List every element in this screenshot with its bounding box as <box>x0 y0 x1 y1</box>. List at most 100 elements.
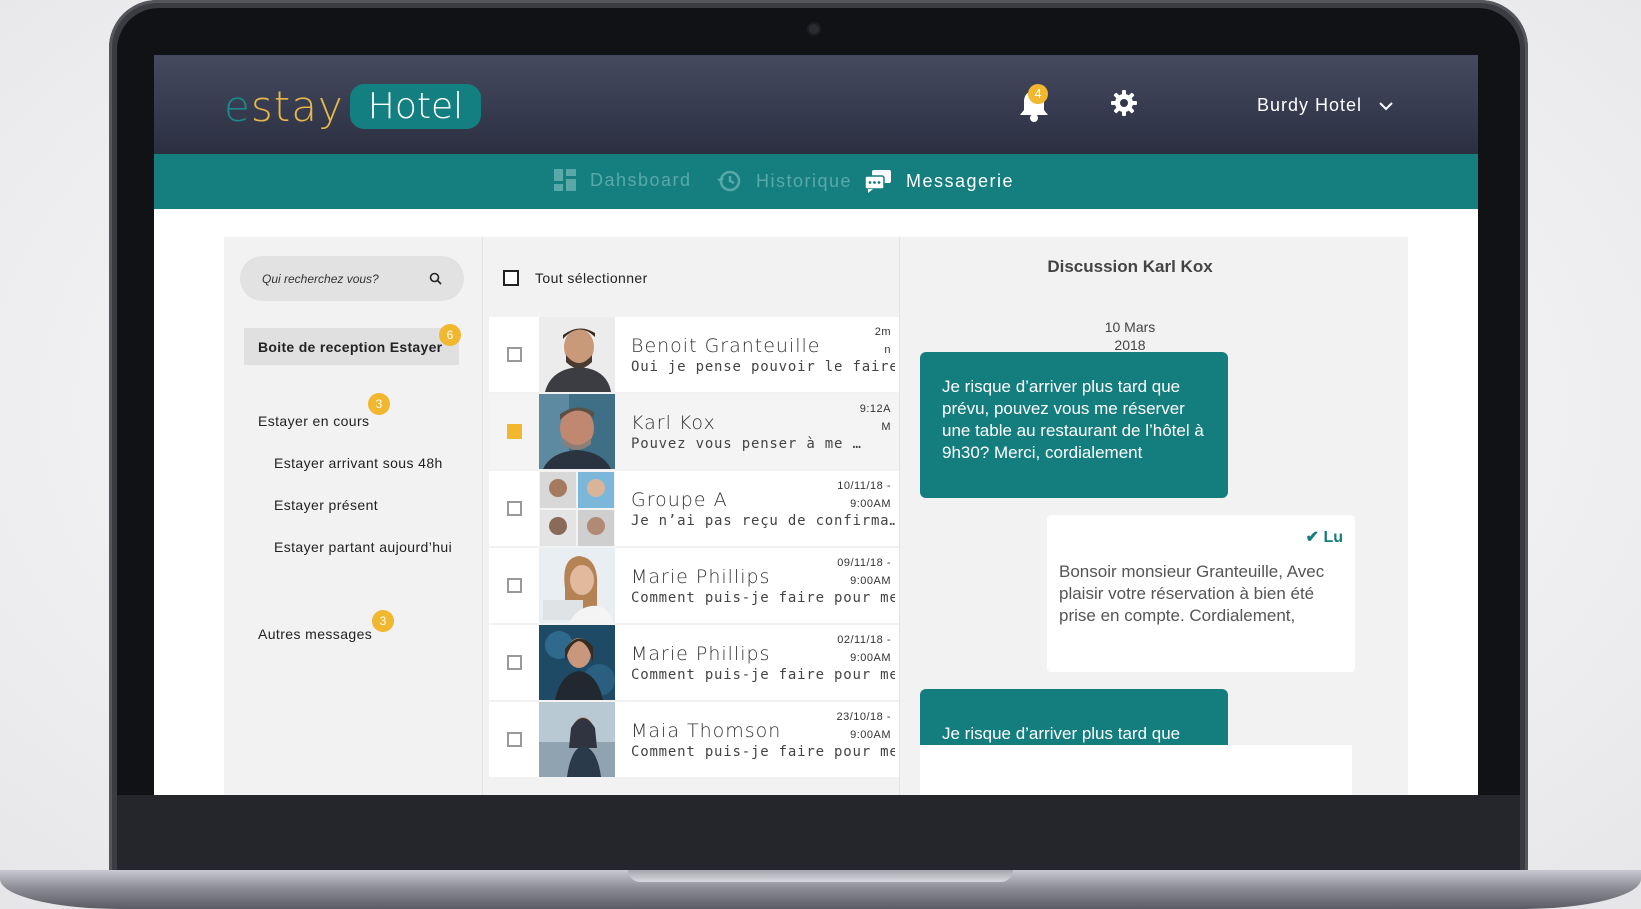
read-status: ✔ Lu <box>1306 527 1343 549</box>
tab-dashboard-label: Dahsboard <box>590 169 692 190</box>
time-line1: 9:12A <box>859 403 891 415</box>
message-list: Tout sélectionner Benoit Granteuille Oui… <box>482 237 900 795</box>
row-checkbox[interactable] <box>507 578 522 593</box>
read-label: Lu <box>1323 529 1343 546</box>
sidebar-item-leaving[interactable]: Estayer partant aujourd’hui <box>274 539 452 555</box>
tab-messaging-label: Messagerie <box>906 170 1015 191</box>
row-checkbox[interactable] <box>507 655 522 670</box>
search-icon[interactable] <box>429 272 442 285</box>
camera-icon <box>809 24 819 34</box>
contact-name: Maia Thomson <box>631 720 782 742</box>
outgoing-message-text: Bonsoir monsieur Granteuille, Avec plais… <box>1059 562 1325 625</box>
time-line1: 09/11/18 - <box>837 557 891 569</box>
chat-panel: Discussion Karl Kox 10 Mars 2018 Je risq… <box>900 237 1408 795</box>
message-preview: Comment puis-je faire pour me re… <box>631 744 895 760</box>
sidebar-item-arriving[interactable]: Estayer arrivant sous 48h <box>274 455 443 471</box>
time-line2: n <box>884 344 891 356</box>
logo-stay: stay <box>250 82 344 131</box>
checkmark-icon: ✔ <box>1305 529 1319 546</box>
outgoing-message: ✔ Lu Bonsoir monsieur Granteuille, Avec … <box>1047 515 1355 672</box>
time-line2: 9:00AM <box>850 498 891 510</box>
others-count-badge: 3 <box>372 610 394 632</box>
search-input[interactable]: Qui recherchez vous? <box>240 256 464 301</box>
tab-messaging[interactable]: Messagerie <box>864 169 1014 193</box>
time-line1: 2m <box>874 326 891 338</box>
message-time: 9:12A M <box>811 400 891 436</box>
incoming-message: Je risque d’arriver plus tard que <box>920 689 1228 751</box>
contact-name: Karl Kox <box>631 412 716 434</box>
message-time: 10/11/18 - 9:00AM <box>811 477 891 513</box>
avatar <box>539 625 615 700</box>
search-placeholder: Qui recherchez vous? <box>262 271 379 286</box>
chat-title: Discussion Karl Kox <box>1047 257 1213 276</box>
notification-badge: 4 <box>1028 84 1048 104</box>
laptop-chin <box>117 795 1520 870</box>
select-all-checkbox[interactable] <box>503 270 519 286</box>
sidebar: Qui recherchez vous? Boite de reception … <box>224 237 482 795</box>
select-all-label: Tout sélectionner <box>535 270 648 286</box>
logo-estay: estay <box>224 82 344 131</box>
tab-history-label: Historique <box>756 170 853 191</box>
tab-history[interactable]: Historique <box>716 169 852 193</box>
avatar <box>539 394 615 469</box>
incoming-message: Je risque d’arriver plus tard que prévu,… <box>920 352 1228 498</box>
message-preview: Comment puis-je faire pour me re… <box>631 667 895 683</box>
list-item[interactable]: Benoit Granteuille Oui je pense pouvoir … <box>489 317 899 392</box>
row-checkbox[interactable] <box>507 732 522 747</box>
logo-e: e <box>224 82 251 131</box>
hotel-name: Burdy Hotel <box>1257 95 1363 115</box>
time-line1: 23/10/18 - <box>836 711 891 723</box>
chevron-down-icon <box>1379 101 1393 110</box>
avatar <box>539 702 615 777</box>
avatar <box>539 548 615 623</box>
main-nav: Dahsboard Historique Messagerie <box>154 154 1478 209</box>
message-preview: Comment puis-je faire pour me re… <box>631 590 895 606</box>
message-time: 02/11/18 - 9:00AM <box>811 631 891 667</box>
chat-date: 10 Mars 2018 <box>900 318 1360 354</box>
message-preview: Je n’ai pas reçu de confirma… <box>631 513 895 529</box>
list-item[interactable]: Groupe A Je n’ai pas reçu de confirma… 1… <box>489 471 899 546</box>
app-header: estay Hotel 4 Burdy Hotel <box>154 55 1478 154</box>
avatar <box>539 317 615 392</box>
message-composer[interactable] <box>920 745 1352 795</box>
inbox-count-badge: 6 <box>439 324 461 346</box>
history-icon <box>717 170 741 192</box>
list-item[interactable]: Marie Phillips Comment puis-je faire pou… <box>489 625 899 700</box>
row-checkbox[interactable] <box>507 347 522 362</box>
sidebar-item-inbox[interactable]: Boite de reception Estayer <box>244 328 459 365</box>
chat-date-line1: 10 Mars <box>1104 319 1156 335</box>
sidebar-item-current[interactable]: Estayer en cours <box>258 413 369 429</box>
time-line2: 9:00AM <box>850 575 891 587</box>
message-preview: Oui je pense pouvoir le faire mer… <box>631 359 895 375</box>
time-line2: 9:00AM <box>850 652 891 664</box>
contact-name: Marie Phillips <box>631 566 771 588</box>
chat-icon <box>864 170 891 193</box>
sidebar-item-inbox-label: Boite de reception Estayer <box>258 339 443 355</box>
message-time: 2m n <box>811 323 891 359</box>
contact-name: Benoit Granteuille <box>631 335 821 357</box>
list-item[interactable]: Marie Phillips Comment puis-je faire pou… <box>489 548 899 623</box>
logo[interactable]: estay Hotel <box>224 82 482 131</box>
list-item[interactable]: Karl Kox Pouvez vous penser à me … 9:12A… <box>489 394 899 469</box>
app-screen: estay Hotel 4 Burdy Hotel Dahsboard Hist… <box>154 55 1478 795</box>
time-line2: 9:00AM <box>850 729 891 741</box>
logo-hotel: Hotel <box>349 84 482 129</box>
avatar <box>539 471 615 546</box>
row-checkbox[interactable] <box>507 501 522 516</box>
time-line1: 02/11/18 - <box>837 634 891 646</box>
sidebar-item-present[interactable]: Estayer présent <box>274 497 378 513</box>
gear-icon[interactable] <box>1110 89 1138 117</box>
hotel-selector[interactable]: Burdy Hotel <box>1257 95 1394 116</box>
time-line2: M <box>881 421 891 433</box>
sidebar-item-others[interactable]: Autres messages <box>258 626 372 642</box>
tab-dashboard[interactable]: Dahsboard <box>554 169 692 191</box>
time-line1: 10/11/18 - <box>837 480 891 492</box>
row-checkbox[interactable] <box>507 424 522 439</box>
current-count-badge: 3 <box>368 393 390 415</box>
select-all[interactable]: Tout sélectionner <box>503 270 648 286</box>
list-item[interactable]: Maia Thomson Comment puis-je faire pour … <box>489 702 899 777</box>
message-time: 23/10/18 - 9:00AM <box>811 708 891 744</box>
message-time: 09/11/18 - 9:00AM <box>811 554 891 590</box>
contact-name: Marie Phillips <box>631 643 771 665</box>
laptop-notch <box>628 870 1013 882</box>
